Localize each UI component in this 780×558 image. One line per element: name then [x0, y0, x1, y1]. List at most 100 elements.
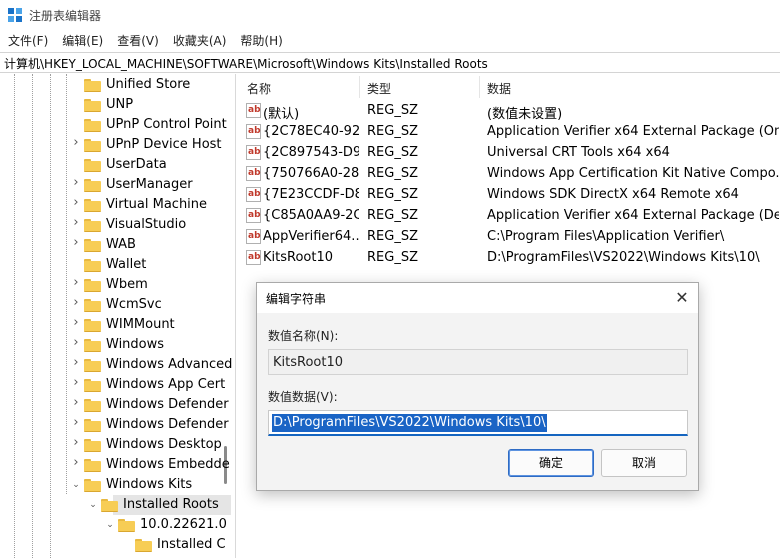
- chevron-down-icon[interactable]: ⌄: [87, 499, 99, 511]
- value-data-selected-text[interactable]: D:\ProgramFiles\VS2022\Windows Kits\10\: [272, 414, 547, 432]
- chevron-right-icon[interactable]: ›: [70, 456, 82, 469]
- tree-item[interactable]: UserData: [0, 155, 235, 175]
- chevron-right-icon[interactable]: ›: [70, 296, 82, 309]
- tree-item[interactable]: › VisualStudio: [0, 215, 235, 235]
- value-row[interactable]: ab AppVerifier64... REG_SZ C:\Program Files…: [238, 226, 780, 247]
- tree-item[interactable]: › Windows: [0, 335, 235, 355]
- ok-button[interactable]: 确定: [508, 449, 594, 477]
- tree-item-label: Windows Defender: [106, 417, 229, 432]
- string-value-icon: ab: [246, 250, 261, 265]
- value-row[interactable]: ab{750766A0-28E... REG_SZ Windows App Cert…: [238, 163, 780, 184]
- folder-icon: [84, 239, 101, 252]
- value-row[interactable]: ab{2C897543-D9... REG_SZ Universal CRT Too…: [238, 142, 780, 163]
- value-row[interactable]: ab KitsRoot10 REG_SZ D:\ProgramFiles\VS2022…: [238, 247, 780, 268]
- tree-item[interactable]: Installed C: [0, 535, 235, 555]
- value-data-label: 数值数据(V):: [268, 390, 338, 404]
- tree-item[interactable]: › WAB: [0, 235, 235, 255]
- value-type-cell: REG_SZ: [367, 250, 418, 265]
- column-header-type[interactable]: 类型: [367, 80, 391, 97]
- chevron-right-icon[interactable]: ›: [70, 436, 82, 449]
- tree-item-label: Windows Embedde: [106, 457, 230, 472]
- menu-favorites[interactable]: 收藏夹(A): [165, 31, 233, 51]
- tree-item[interactable]: UNP: [0, 95, 235, 115]
- tree-item-label: Virtual Machine: [106, 197, 208, 212]
- folder-icon: [84, 219, 101, 232]
- tree-item-label: UserManager: [106, 177, 193, 192]
- tree-item[interactable]: › Wbem: [0, 275, 235, 295]
- value-name-cell: {C85A0AA9-2C...: [263, 208, 359, 223]
- menu-view[interactable]: 查看(V): [109, 31, 165, 51]
- folder-icon: [84, 479, 101, 492]
- value-data-input[interactable]: D:\ProgramFiles\VS2022\Windows Kits\10\: [268, 410, 688, 436]
- tree-item[interactable]: › WcmSvc: [0, 295, 235, 315]
- value-row[interactable]: ab (默认) REG_SZ (数值未设置): [238, 100, 780, 122]
- chevron-right-icon[interactable]: ›: [70, 336, 82, 349]
- value-row[interactable]: ab{C85A0AA9-2C... REG_SZ Application Verif…: [238, 205, 780, 226]
- value-name-text: KitsRoot10: [273, 355, 344, 370]
- tree-item[interactable]: › Windows Desktop: [0, 435, 235, 455]
- tree-item[interactable]: › Windows Defender: [0, 415, 235, 435]
- tree-item[interactable]: › UserManager: [0, 175, 235, 195]
- tree-item[interactable]: › Windows Advanced: [0, 355, 235, 375]
- registry-tree[interactable]: Unified Store UNP UPnP Control Point › UPnP …: [0, 74, 236, 558]
- tree-item-label: Windows Defender: [106, 397, 229, 412]
- column-divider[interactable]: [479, 76, 480, 98]
- menu-edit[interactable]: 编辑(E): [54, 31, 109, 51]
- menu-file[interactable]: 文件(F): [0, 31, 54, 51]
- chevron-right-icon[interactable]: ›: [70, 216, 82, 229]
- tree-item[interactable]: › Windows Defender: [0, 395, 235, 415]
- chevron-right-icon: [121, 539, 133, 551]
- chevron-right-icon[interactable]: ›: [70, 136, 82, 149]
- chevron-right-icon[interactable]: ›: [70, 176, 82, 189]
- close-icon[interactable]: ✕: [671, 287, 693, 309]
- value-name-cell: {7E23CCDF-D8...: [263, 187, 359, 202]
- chevron-right-icon: [70, 119, 82, 131]
- value-data-cell: (数值未设置): [487, 107, 563, 122]
- chevron-right-icon[interactable]: ›: [70, 356, 82, 369]
- column-header-data[interactable]: 数据: [487, 80, 511, 97]
- chevron-right-icon[interactable]: ›: [70, 376, 82, 389]
- chevron-right-icon: [70, 99, 82, 111]
- chevron-down-icon[interactable]: ⌄: [104, 519, 116, 531]
- tree-item[interactable]: Unified Store: [0, 75, 235, 95]
- tree-item[interactable]: ⌄ 10.0.22621.0: [0, 515, 235, 535]
- menu-help[interactable]: 帮助(H): [232, 31, 288, 51]
- address-bar[interactable]: 计算机\HKEY_LOCAL_MACHINE\SOFTWARE\Microsof…: [0, 52, 780, 73]
- value-row[interactable]: ab{7E23CCDF-D8... REG_SZ Windows SDK Direc…: [238, 184, 780, 205]
- folder-icon: [84, 319, 101, 332]
- tree-item[interactable]: ⌄ Installed Roots: [0, 495, 235, 515]
- column-divider[interactable]: [359, 76, 360, 98]
- value-type-cell: REG_SZ: [367, 124, 418, 139]
- value-data-cell: Windows SDK DirectX x64 Remote x64: [487, 187, 739, 202]
- tree-item-label: Installed C: [157, 537, 226, 552]
- folder-icon: [84, 159, 101, 172]
- tree-item[interactable]: › UPnP Device Host: [0, 135, 235, 155]
- value-type-cell: REG_SZ: [367, 208, 418, 223]
- tree-item-label: WIMMount: [106, 317, 175, 332]
- tree-item[interactable]: › Virtual Machine: [0, 195, 235, 215]
- chevron-down-icon[interactable]: ⌄: [70, 479, 82, 491]
- dialog-title-bar[interactable]: 编辑字符串 ✕: [257, 283, 698, 313]
- chevron-right-icon[interactable]: ›: [70, 236, 82, 249]
- tree-item[interactable]: › Windows Embedde: [0, 455, 235, 475]
- value-type-cell: REG_SZ: [367, 103, 418, 118]
- chevron-right-icon: [70, 259, 82, 271]
- chevron-right-icon[interactable]: ›: [70, 276, 82, 289]
- tree-item[interactable]: › WIMMount: [0, 315, 235, 335]
- tree-item-label: Windows: [106, 337, 165, 352]
- column-header-name[interactable]: 名称: [247, 80, 271, 97]
- string-value-icon: ab: [246, 208, 261, 223]
- folder-icon: [84, 459, 101, 472]
- tree-item[interactable]: ⌄ Windows Kits: [0, 475, 235, 495]
- chevron-right-icon[interactable]: ›: [70, 196, 82, 209]
- tree-item-label: Wbem: [106, 277, 148, 292]
- tree-item[interactable]: UPnP Control Point: [0, 115, 235, 135]
- cancel-button[interactable]: 取消: [601, 449, 687, 477]
- chevron-right-icon[interactable]: ›: [70, 396, 82, 409]
- chevron-right-icon[interactable]: ›: [70, 416, 82, 429]
- tree-item[interactable]: › Windows App Cert: [0, 375, 235, 395]
- tree-item[interactable]: Wallet: [0, 255, 235, 275]
- folder-icon: [84, 439, 101, 452]
- chevron-right-icon[interactable]: ›: [70, 316, 82, 329]
- value-row[interactable]: ab{2C78EC40-92... REG_SZ Application Verif…: [238, 121, 780, 142]
